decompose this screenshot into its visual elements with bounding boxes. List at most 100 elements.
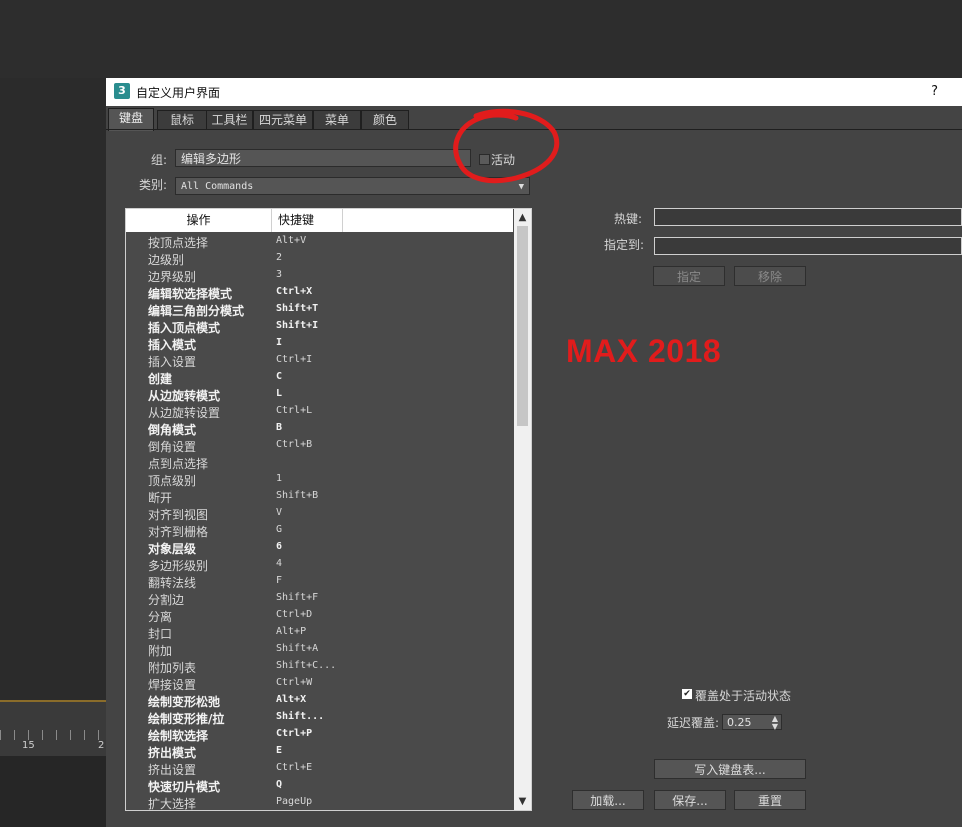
table-row[interactable]: 编辑三角剖分模式 Shift+T [126, 301, 513, 318]
shortcut-value: Q [276, 779, 283, 790]
table-row[interactable]: 从边旋转模式 L [126, 386, 513, 403]
override-checkbox[interactable]: ✔ [682, 689, 692, 699]
column-header-action[interactable]: 操作 [126, 209, 271, 232]
table-row[interactable]: 边界级别 3 [126, 267, 513, 284]
tab-mouse[interactable]: 鼠标 [157, 110, 207, 129]
action-list[interactable]: 操作 快捷键 按顶点选择 Alt+V 边级别 2 边界级别 3 编辑软选择模式 Ctrl+X 编… [125, 208, 532, 811]
table-row[interactable]: 插入设置 Ctrl+I [126, 352, 513, 369]
table-row[interactable]: 插入顶点模式 Shift+I [126, 318, 513, 335]
shortcut-value: Shift+C... [276, 660, 337, 671]
save-button[interactable]: 保存... [654, 790, 726, 810]
table-row[interactable]: 分割边 Shift+F [126, 590, 513, 607]
override-label: 覆盖处于活动状态 [695, 689, 792, 703]
table-row[interactable]: 绘制变形松弛 Alt+X [126, 692, 513, 709]
table-row[interactable]: 挤出设置 Ctrl+E [126, 760, 513, 777]
table-row[interactable]: 扩大选择 PageUp [126, 794, 513, 810]
shortcut-value: Shift+T [276, 303, 319, 314]
assigned-to-field[interactable] [654, 237, 962, 255]
action-name: 顶点级别 [148, 474, 197, 488]
table-row[interactable]: 封口 Alt+P [126, 624, 513, 641]
table-row[interactable]: 对齐到栅格 G [126, 522, 513, 539]
assigned-to-label: 指定到: [604, 238, 645, 252]
column-divider [342, 209, 343, 232]
action-name: 从边旋转模式 [148, 389, 221, 403]
delay-value: 0.25 [727, 716, 752, 729]
shortcut-value: Shift+I [276, 320, 319, 331]
action-name: 挤出设置 [148, 763, 197, 777]
timeline-slider[interactable]: 15 2 [0, 700, 106, 756]
scroll-up-icon[interactable]: ▲ [514, 209, 531, 226]
table-row[interactable]: 插入模式 I [126, 335, 513, 352]
scroll-down-icon[interactable]: ▼ [514, 793, 531, 810]
action-name: 扩大选择 [148, 797, 197, 810]
reset-button[interactable]: 重置 [734, 790, 806, 810]
column-header-shortcut[interactable]: 快捷键 [272, 209, 342, 232]
tab-colors[interactable]: 颜色 [361, 110, 409, 129]
table-row[interactable]: 点到点选择 [126, 454, 513, 471]
table-row[interactable]: 断开 Shift+B [126, 488, 513, 505]
action-name: 附加 [148, 644, 173, 658]
annotation-text: MAX 2018 [566, 333, 722, 369]
assign-button[interactable]: 指定 [653, 266, 725, 286]
tab-toolbars[interactable]: 工具栏 [206, 110, 253, 129]
shortcut-value: I [276, 337, 283, 348]
remove-button[interactable]: 移除 [734, 266, 806, 286]
table-row[interactable]: 附加 Shift+A [126, 641, 513, 658]
table-row[interactable]: 倒角模式 B [126, 420, 513, 437]
delay-spinner[interactable]: 0.25 ▲ ▼ [722, 714, 782, 731]
table-row[interactable]: 焊接设置 Ctrl+W [126, 675, 513, 692]
group-label: 组: [151, 153, 168, 167]
table-row[interactable]: 绘制软选择 Ctrl+P [126, 726, 513, 743]
table-row[interactable]: 翻转法线 F [126, 573, 513, 590]
table-row[interactable]: 对象层级 6 [126, 539, 513, 556]
load-button[interactable]: 加载... [572, 790, 644, 810]
table-row[interactable]: 附加列表 Shift+C... [126, 658, 513, 675]
table-row[interactable]: 按顶点选择 Alt+V [126, 233, 513, 250]
hotkey-label: 热键: [614, 212, 643, 226]
action-name: 倒角模式 [148, 423, 197, 437]
group-dropdown[interactable]: 编辑多边形 [175, 149, 471, 167]
table-row[interactable]: 快速切片模式 Q [126, 777, 513, 794]
help-button[interactable]: ? [931, 84, 938, 99]
table-row[interactable]: 绘制变形推/拉 Shift... [126, 709, 513, 726]
table-row[interactable]: 编辑软选择模式 Ctrl+X [126, 284, 513, 301]
shortcut-value: Ctrl+X [276, 286, 313, 297]
list-scrollbar[interactable]: ▲ ▼ [514, 209, 531, 810]
spinner-arrows-icon[interactable]: ▲ ▼ [772, 715, 778, 731]
action-name: 翻转法线 [148, 576, 197, 590]
table-row[interactable]: 边级别 2 [126, 250, 513, 267]
table-row[interactable]: 倒角设置 Ctrl+B [126, 437, 513, 454]
shortcut-value: 4 [276, 558, 283, 569]
table-row[interactable]: 创建 C [126, 369, 513, 386]
shortcut-value: Shift+A [276, 643, 319, 654]
shortcut-value: Alt+P [276, 626, 307, 637]
write-keyboard-chart-button[interactable]: 写入键盘表... [654, 759, 806, 779]
shortcut-value: E [276, 745, 283, 756]
action-name: 附加列表 [148, 661, 197, 675]
table-row[interactable]: 多边形级别 4 [126, 556, 513, 573]
shortcut-value: Shift... [276, 711, 325, 722]
table-row[interactable]: 对齐到视图 V [126, 505, 513, 522]
action-name: 插入设置 [148, 355, 197, 369]
action-name: 边级别 [148, 253, 185, 267]
scroll-thumb[interactable] [517, 226, 528, 426]
tab-keyboard[interactable]: 键盘 [108, 108, 154, 131]
category-label: 类别: [139, 178, 168, 192]
shortcut-value: B [276, 422, 283, 433]
table-row[interactable]: 挤出模式 E [126, 743, 513, 760]
shortcut-value: Shift+B [276, 490, 319, 501]
action-name: 创建 [148, 372, 173, 386]
tab-menus[interactable]: 菜单 [313, 110, 361, 129]
table-row[interactable]: 顶点级别 1 [126, 471, 513, 488]
shortcut-value: 1 [276, 473, 283, 484]
table-row[interactable]: 从边旋转设置 Ctrl+L [126, 403, 513, 420]
viewport-background-top [0, 0, 962, 78]
action-name: 按顶点选择 [148, 236, 209, 250]
dialog-titlebar[interactable]: 3 自定义用户界面 ? [106, 78, 962, 106]
table-row[interactable]: 分离 Ctrl+D [126, 607, 513, 624]
action-name: 点到点选择 [148, 457, 209, 471]
timeline-tick-label: 2 [98, 740, 105, 751]
shortcut-value: Ctrl+W [276, 677, 313, 688]
hotkey-input[interactable] [654, 208, 962, 226]
tab-quad-menus[interactable]: 四元菜单 [253, 110, 313, 129]
